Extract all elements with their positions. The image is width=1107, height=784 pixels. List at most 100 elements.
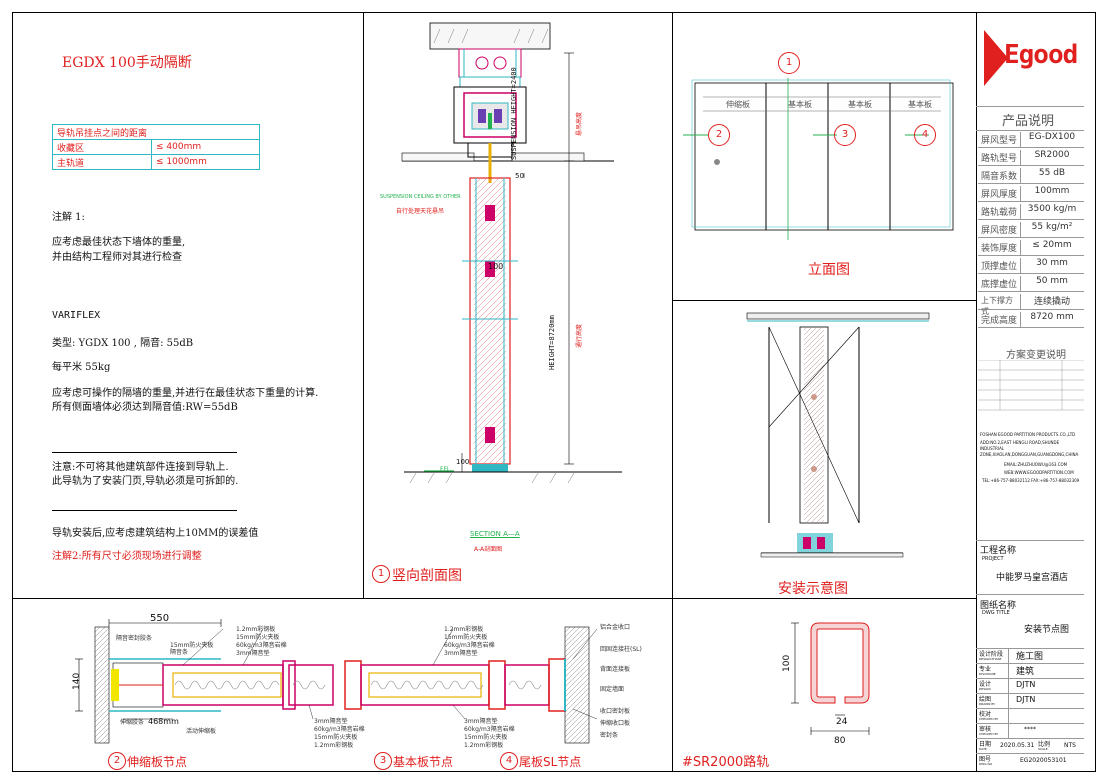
node-label: 隔音密封胶条 [116,635,153,642]
node-label: 活动伸缩板 [186,728,217,735]
install-caption: 安装示意图 [778,581,848,597]
node-label: 15mm防火夹板 [170,642,214,649]
node-caption: 伸缩板节点 [127,755,188,769]
scale-value: NTS [1064,742,1076,749]
meta-value: 建筑 [1016,667,1035,677]
side-label: 通行高度 [576,323,583,348]
type-line: 类型: YGDX 100 , 隔音: 55dB [52,338,194,349]
meta-row: 设计 DESIGN DJTN [976,678,1084,694]
dim-label: 50 [515,172,524,180]
meta-key-en: DESIGN [979,687,991,691]
spec-key: 装饰厚度 [981,244,1018,254]
node-label: 伸缩胶条 [120,719,145,726]
node-caption: 尾板SL节点 [519,755,582,769]
section-caption: 竖向剖面图 [392,568,462,584]
node-label: 1.2mm彩钢板 [464,742,504,749]
meta-row: 审核 CHECKED BY **** [976,723,1084,739]
project-label: 工程名称 [980,546,1017,556]
changes-title: 方案变更说明 [1006,350,1066,361]
spec-row: 顶撑虚位 30 mm [978,256,1084,274]
section-subtitle: A-A剖面图 [474,546,503,553]
caption-number: 1 [372,565,390,583]
panel-label: 基本板 [848,100,872,109]
dim-label: 100 [488,262,504,271]
panel-label: 基本板 [908,100,932,109]
spec-key: 屏风型号 [981,136,1018,146]
suspension-height-label: SUSPENSION HEIGHT=2400 [510,67,518,160]
drawing-no-row: 图号 DWG NO EG2020053101 [976,753,1084,769]
drawing-label-en: DWG TITLE [982,610,1010,616]
node-label: 3mm隔音垫 [236,650,270,657]
meta-value: DJTN [1016,680,1036,689]
spec-row: 隔音系数 55 dB [978,166,1084,184]
rail-dim: 24 [836,717,848,727]
meta-key-en: CHECKED BY [979,717,999,721]
spec-row: 底撑虚位 50 mm [978,274,1084,292]
dim-label: 550 [150,613,170,624]
marker-1: 1 [778,52,800,74]
marker-2: 2 [708,124,730,146]
elevation-caption: 立面图 [808,262,850,278]
company-web: WEB:WWW.EGOODPARTITION.COM [1004,470,1074,475]
meta-key-en: DESIGN PHASE [979,657,1002,661]
spec-key: 隔音系数 [981,172,1018,182]
node-label: 3mm隔音垫 [444,650,478,657]
spec-key: 顶撑虚位 [981,262,1018,272]
spec-value: 30 mm [1020,258,1083,273]
logo: Egood [984,30,1084,88]
dim-label: 468mm [148,717,179,726]
product-title: 产品说明 [1002,114,1055,129]
section-svg [401,22,622,484]
spec-header: 导轨吊挂点之间的距离 [52,124,260,140]
dim-label: 100 [456,458,470,466]
spec-row: 路轨型号 SR2000 [978,148,1084,166]
ceiling-cn-label: 自行处理天花悬吊 [396,208,445,215]
meta-row: 校对 CHECKED BY [976,708,1084,724]
logo-text: Egood [1004,40,1078,70]
meta-row: 专业 DISCIPLINE 建筑 [976,663,1084,679]
caption-number: 4 [500,752,518,770]
meta-key-en: CHECKED BY [979,732,999,736]
height-label: HEIGHT=8720mm [548,315,556,370]
spec-key: 底撑虚位 [981,280,1018,290]
spec-value: 100mm [1020,186,1083,201]
company-tel: TEL:+86-757-88032112 FAX:+86-757-8803230… [982,478,1080,483]
warn-line: 此导轨为了安装门页,导轨必须是可拆卸的. [52,476,239,487]
spec-value: ≤ 20mm [1020,240,1083,255]
spec-key: 路轨载荷 [981,208,1018,218]
spec-value: 55 kg/m² [1020,222,1083,237]
node-label: 回固连接柱(SL) [600,646,642,653]
spec-row: 屏风厚度 100mm [978,184,1084,202]
calc-line: 应考虑可操作的隔墙的重量,并进行在最佳状态下重量的计算. [52,388,319,399]
meta-value: **** [1024,726,1036,733]
spec-value: 55 dB [1020,168,1083,183]
rail-caption: #SR2000路轨 [682,755,770,770]
drawing-name: 安装节点图 [1024,625,1070,635]
note1-title: 注解 1: [52,212,85,223]
spec-table: 导轨吊挂点之间的距离 收藏区 ≤ 400mm 主轨道 ≤ 1000mm [52,124,260,170]
marker-3: 3 [834,124,856,146]
company-name: FOSHAN EGOOD PARTITION PRODUCTS CO.,LTD [980,432,1076,437]
rail-svg [791,622,870,735]
divider-rule [52,510,237,511]
node-label: 伸缩收口板 [600,720,631,727]
brand-label: VARIFLEX [52,310,101,321]
spec-value: ≤ 1000mm [151,154,260,170]
spec-value: 3500 kg/m [1020,204,1083,219]
date-row: 日期 DATE 2020.05.31 比例 SCALE NTS [976,738,1084,754]
spec-row: 屏风密度 55 kg/m² [978,220,1084,238]
note1-line: 并由结构工程师对其进行检查 [52,252,182,263]
spec-label: 主轨道 [52,154,152,170]
spec-row: 屏风型号 EG-DX100 [978,130,1084,148]
spec-key: 屏风密度 [981,226,1018,236]
date-label-en: DATE [979,747,987,751]
project-name: 中能罗马皇宫酒店 [996,573,1069,583]
spec-key: 屏风厚度 [981,190,1018,200]
node-label: 铝合金收口 [600,624,631,631]
node-label: 1.2mm彩钢板 [314,742,354,749]
meta-key-en: DISCIPLINE [979,672,996,676]
install-svg [746,312,930,558]
node-label: 背面连接板 [600,666,631,673]
divider-rule [52,452,237,453]
company-email: EMAIL:ZHUZHUOWU@163.COM [1004,462,1068,467]
